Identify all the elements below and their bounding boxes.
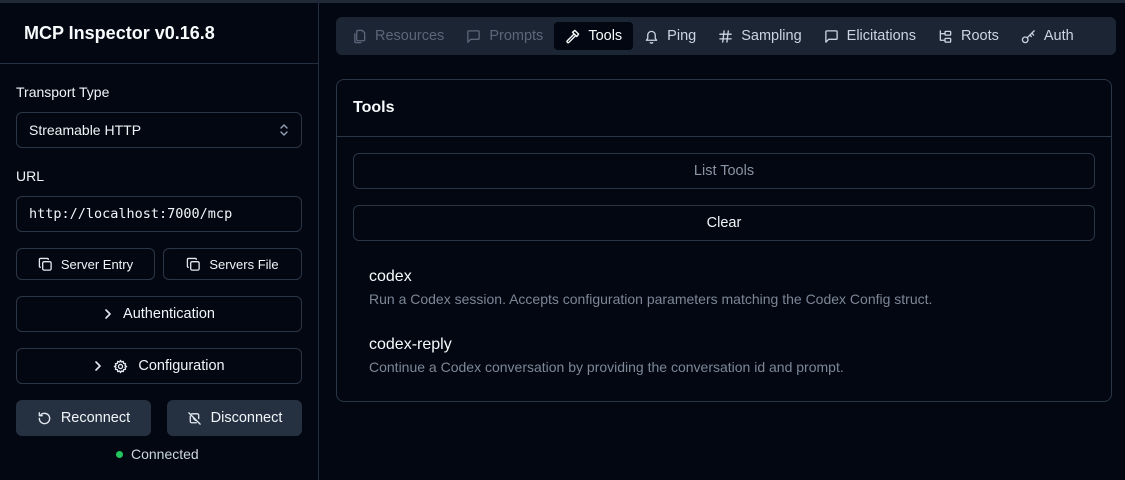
tab-prompts[interactable]: Prompts — [455, 22, 554, 50]
authentication-label: Authentication — [123, 306, 215, 322]
tool-item-codex-reply[interactable]: codex-reply Continue a Codex conversatio… — [369, 336, 1089, 375]
sidebar: MCP Inspector v0.16.8 Transport Type Str… — [0, 3, 319, 480]
tool-description: Run a Codex session. Accepts configurati… — [369, 291, 933, 307]
server-entry-label: Server Entry — [60, 256, 134, 272]
chevron-right-icon — [105, 309, 111, 319]
tab-elicitations-label: Elicitations — [846, 28, 916, 44]
tools-panel: Tools List Tools Clear codex Run a Codex… — [336, 79, 1112, 402]
tools-panel-title: Tools — [353, 99, 395, 116]
hash-icon — [719, 29, 732, 43]
transport-type-value: Streamable HTTP — [29, 122, 142, 138]
hammer-icon — [566, 29, 580, 43]
message-square-icon — [824, 29, 838, 43]
configuration-label: Configuration — [138, 358, 225, 374]
tool-name: codex — [369, 268, 412, 285]
authentication-toggle[interactable]: Authentication — [16, 296, 302, 332]
copy-icon — [38, 257, 52, 271]
tab-sampling[interactable]: Sampling — [707, 22, 812, 50]
rotate-ccw-icon — [38, 411, 51, 424]
transport-type-label: Transport Type — [16, 84, 110, 100]
tab-auth-label: Auth — [1043, 28, 1074, 44]
server-entry-button[interactable]: Server Entry — [16, 248, 155, 280]
status-dot — [116, 450, 123, 458]
tab-roots[interactable]: Roots — [927, 22, 1010, 50]
tool-name: codex-reply — [369, 336, 452, 353]
list-tools-label: List Tools — [693, 163, 755, 179]
tab-bar: Resources Prompts Tools Ping Sampling El… — [336, 17, 1116, 55]
gear-icon — [114, 359, 128, 373]
key-icon — [1021, 29, 1035, 43]
servers-file-button[interactable]: Servers File — [163, 248, 302, 280]
app-title: MCP Inspector v0.16.8 — [24, 22, 215, 43]
chevrons-up-down-icon — [280, 124, 288, 136]
disconnect-label: Disconnect — [210, 410, 283, 426]
tab-prompts-label: Prompts — [489, 28, 544, 44]
tab-elicitations[interactable]: Elicitations — [813, 22, 927, 50]
url-input[interactable]: http://localhost:7000/mcp — [16, 196, 302, 232]
connection-status: Connected — [116, 445, 199, 463]
message-square-icon — [467, 29, 481, 43]
url-value: http://localhost:7000/mcp — [29, 206, 233, 222]
tab-ping-label: Ping — [667, 28, 697, 44]
transport-type-select[interactable]: Streamable HTTP — [16, 112, 302, 148]
tab-roots-label: Roots — [960, 28, 999, 44]
url-label: URL — [16, 168, 45, 184]
tool-description: Continue a Codex conversation by providi… — [369, 359, 844, 375]
copy-icon — [187, 257, 201, 271]
status-text: Connected — [131, 446, 199, 462]
sidebar-header: MCP Inspector v0.16.8 — [0, 3, 318, 64]
reconnect-button[interactable]: Reconnect — [16, 400, 151, 436]
folder-tree-icon — [939, 29, 952, 43]
chevron-right-icon — [95, 361, 102, 371]
reconnect-label: Reconnect — [60, 410, 131, 426]
disconnect-button[interactable]: Disconnect — [167, 400, 302, 436]
tab-sampling-label: Sampling — [741, 28, 802, 44]
tools-panel-header: Tools — [337, 80, 1111, 137]
tab-auth[interactable]: Auth — [1010, 22, 1085, 50]
servers-file-label: Servers File — [209, 256, 279, 272]
tool-item-codex[interactable]: codex Run a Codex session. Accepts confi… — [369, 268, 1089, 307]
unplug-icon — [187, 411, 201, 425]
bell-icon — [645, 30, 658, 44]
list-tools-button[interactable]: List Tools — [353, 153, 1095, 189]
configuration-toggle[interactable]: Configuration — [16, 348, 302, 384]
tab-resources-label: Resources — [375, 28, 445, 44]
files-icon — [354, 29, 366, 43]
clear-label: Clear — [706, 215, 742, 231]
tab-resources[interactable]: Resources — [341, 22, 455, 50]
tab-ping[interactable]: Ping — [633, 22, 707, 50]
clear-button[interactable]: Clear — [353, 205, 1095, 241]
tab-tools[interactable]: Tools — [554, 22, 634, 50]
tab-tools-label: Tools — [588, 28, 623, 44]
